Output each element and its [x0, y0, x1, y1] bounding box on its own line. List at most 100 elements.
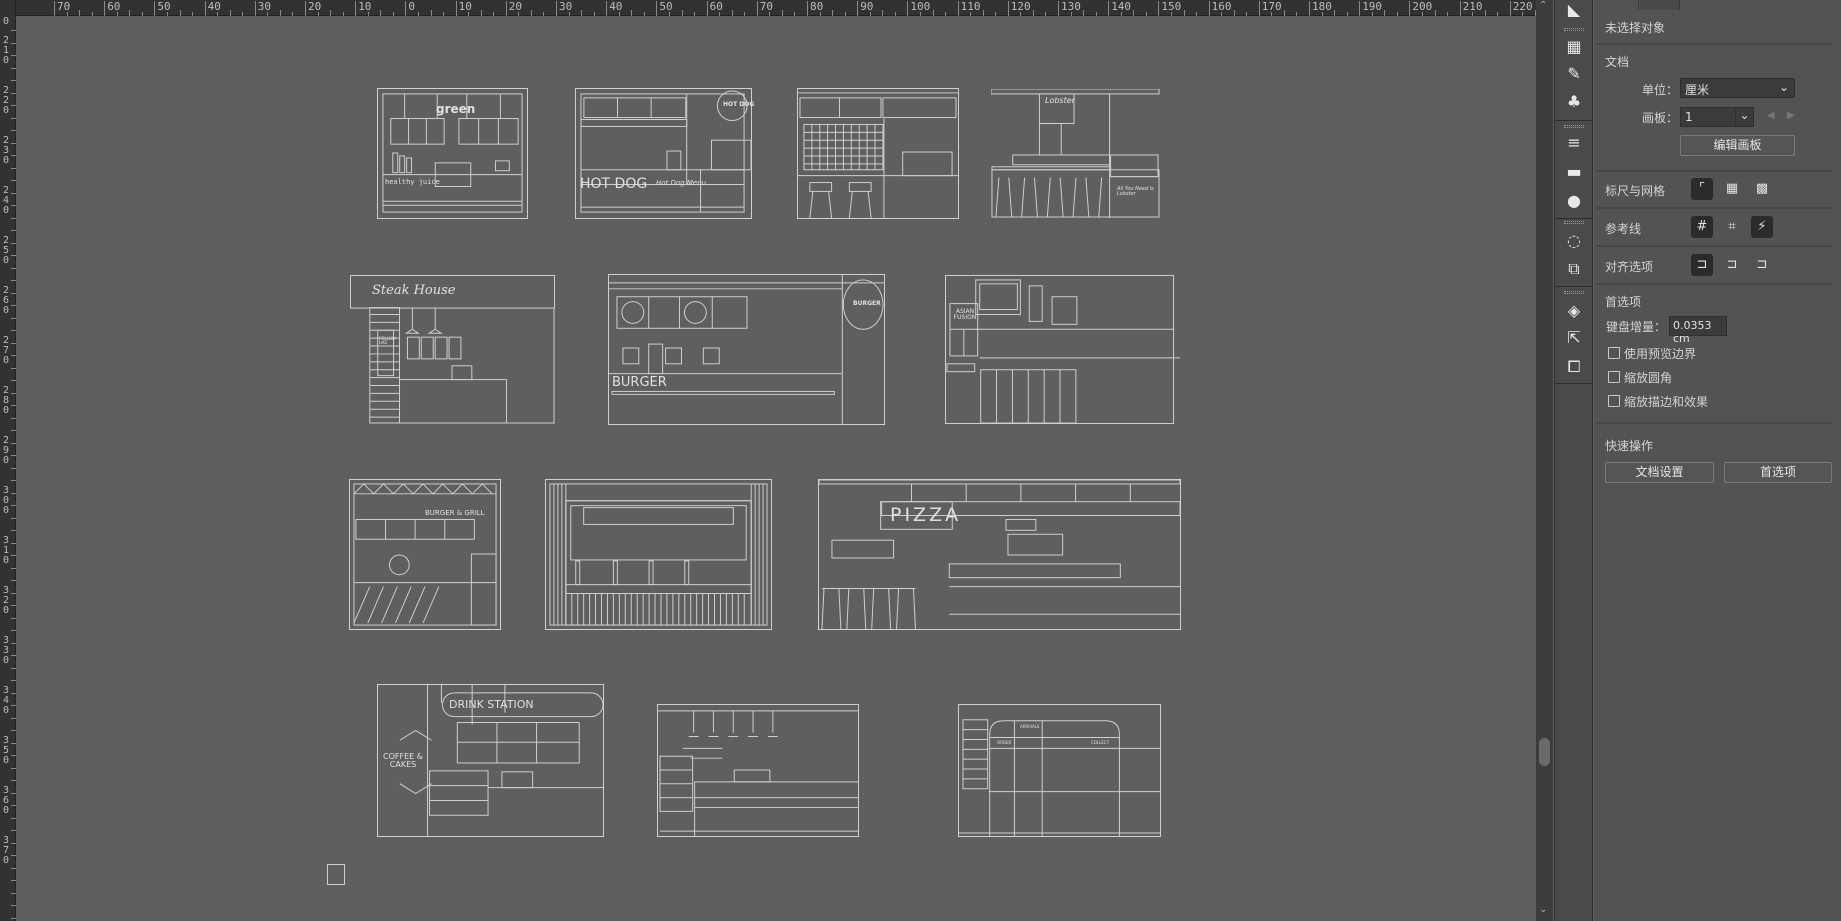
snap-to-grid-icon[interactable]: ⊐ — [1721, 254, 1743, 276]
ruler-tick — [66, 12, 68, 16]
show-guides-icon[interactable]: # — [1691, 216, 1713, 238]
edit-artboards-button[interactable]: 编辑画板 — [1680, 135, 1795, 156]
vertical-scrollbar[interactable]: ⌃ ⌄ — [1536, 0, 1553, 921]
ruler-tick — [1083, 10, 1085, 16]
units-select[interactable]: 厘米 ⌄ — [1680, 78, 1795, 98]
swatches-panel-icon[interactable]: ▦ — [1563, 37, 1585, 57]
layers-panel-icon[interactable]: ◈ — [1563, 301, 1585, 321]
ruler-tick — [932, 10, 934, 16]
ruler-tick — [279, 10, 281, 16]
ruler-label: 90 — [857, 1, 873, 16]
grid-toggle-icon[interactable]: ▦ — [1721, 178, 1743, 200]
no-selection-label: 未选择对象 — [1605, 21, 1666, 35]
brushes-panel-icon[interactable]: ✎ — [1563, 64, 1585, 84]
artboard-lobster[interactable]: Lobster All You Need is Lobster — [990, 88, 1161, 219]
ruler-label: 80 — [807, 1, 823, 16]
artboard-hot-dog[interactable]: HOT DOG HOT DOG Hot Dog Menu — [575, 88, 754, 219]
scrollbar-thumb[interactable] — [1539, 738, 1550, 766]
lobster-slogan: All You Need is Lobster — [1117, 186, 1154, 197]
export-panel-icon[interactable]: ⇱ — [1563, 328, 1585, 348]
lock-guides-icon[interactable]: ⌗ — [1721, 216, 1743, 238]
transparency-grid-icon[interactable]: ▩ — [1751, 178, 1773, 200]
ruler-toggle-icon[interactable]: ⌜ — [1691, 178, 1713, 200]
panel-grip[interactable] — [1564, 28, 1584, 31]
ruler-tick — [1522, 12, 1524, 16]
ruler-tick — [543, 12, 545, 16]
keyboard-increment-input[interactable]: 0.0353 cm — [1669, 316, 1727, 345]
ruler-label: 40 — [606, 1, 622, 16]
strip-divider — [1555, 120, 1592, 121]
ruler-tick — [1484, 10, 1486, 16]
scroll-up-icon[interactable]: ⌃ — [1539, 0, 1547, 11]
artboard-arrivals[interactable]: ARRIVALS ORDER COLLECT — [958, 704, 1161, 837]
scale-strokes-effects-checkbox[interactable] — [1608, 395, 1620, 407]
ruler-tick — [1133, 10, 1135, 16]
ruler-label: 100 — [907, 1, 930, 16]
artboard-steak-house[interactable]: Steak House FOLLOW LIKE — [349, 274, 556, 425]
artboards-panel-icon[interactable]: ⧠ — [1563, 357, 1585, 377]
ruler-tick — [11, 67, 16, 69]
empty-artboard[interactable] — [327, 864, 345, 885]
ruler-tick — [380, 10, 382, 16]
artwork-pizza — [819, 480, 1180, 629]
artboard-asian-fusion[interactable]: ASIAN FUSION — [944, 274, 1181, 425]
ruler-tick — [116, 12, 118, 16]
ruler-label: 60 — [104, 1, 120, 16]
snap-to-pixel-icon[interactable]: ⊐ — [1751, 254, 1773, 276]
snap-to-point-icon[interactable]: ⊐ — [1691, 254, 1713, 276]
panel-grip[interactable] — [1564, 291, 1584, 294]
ruler-tick — [11, 305, 16, 306]
ruler-tick — [11, 217, 16, 219]
panel-grip[interactable] — [1564, 125, 1584, 128]
ruler-tick — [11, 580, 16, 581]
symbols-panel-icon[interactable]: ♣ — [1563, 92, 1585, 112]
preferences-button[interactable]: 首选项 — [1724, 462, 1832, 483]
scale-corners-label: 缩放圆角 — [1624, 371, 1673, 385]
ruler-tick — [11, 330, 16, 331]
transparency-panel-icon[interactable]: ● — [1563, 191, 1585, 211]
ruler-label: 150 — [1158, 1, 1181, 16]
panel-grip[interactable] — [1564, 221, 1584, 224]
ruler-tick — [819, 12, 821, 16]
next-artboard-icon[interactable]: ▶ — [1787, 110, 1795, 121]
artboard-grill-bar[interactable] — [797, 88, 959, 219]
ruler-tick — [11, 917, 16, 919]
scroll-down-icon[interactable]: ⌄ — [1539, 904, 1547, 915]
artwork-asian-fusion — [945, 275, 1180, 424]
ruler-tick — [781, 10, 783, 16]
stroke-panel-icon[interactable]: ≡ — [1563, 133, 1585, 153]
ruler-tick — [11, 830, 16, 831]
vertical-ruler[interactable]: 0 210 220 230 240 250 260 270 280 290 300 310 320 330… — [0, 0, 16, 921]
artboard-green-juice[interactable]: green healthy juice — [377, 88, 528, 219]
artwork-bakery — [658, 710, 858, 836]
ruler-tick — [267, 12, 269, 16]
ruler-tick — [11, 180, 16, 181]
artboard-bakery[interactable] — [657, 704, 859, 837]
appearance-panel-icon[interactable]: ◌ — [1563, 231, 1585, 251]
artboard-burger[interactable]: BURGER BURGER — [608, 274, 885, 425]
tab-libraries[interactable]: 库 — [1640, 0, 1680, 10]
artboard-cafe-booth[interactable] — [545, 479, 772, 630]
gradient-panel-icon[interactable]: ◣ — [1563, 0, 1585, 20]
ruler-label: 50 — [656, 1, 673, 16]
gradient-panel-icon[interactable]: ▬ — [1563, 162, 1585, 182]
ruler-tick — [518, 12, 520, 16]
ruler-label: 180 — [1309, 1, 1332, 16]
lobster-logo: Lobster — [1045, 96, 1075, 105]
use-preview-bounds-checkbox[interactable] — [1608, 347, 1620, 359]
document-setup-button[interactable]: 文档设置 — [1605, 462, 1714, 483]
artboard-pizza[interactable]: PIZZA — [818, 479, 1181, 630]
ruler-label: 260 — [2, 285, 10, 316]
ruler-label: 10 — [355, 1, 371, 16]
horizontal-ruler[interactable]: 70 60 50 40 30 20 10 0 10 20 30 40 50 60 70 80 90 100 110 1… — [0, 0, 1549, 16]
ruler-tick — [769, 12, 771, 16]
transform-panel-icon[interactable]: ⧉ — [1563, 259, 1585, 279]
artboard-drink-station[interactable]: DRINK STATION COFFEE & CAKES — [377, 684, 604, 837]
artboard-burger-grill[interactable]: BURGER & GRILL — [349, 479, 501, 630]
ruler-label: 340 — [2, 685, 10, 716]
tab-properties[interactable]: 属性 — [1596, 0, 1639, 10]
scale-corners-checkbox[interactable] — [1608, 371, 1620, 383]
artboard-select[interactable]: 1 ⌄ — [1680, 107, 1754, 127]
smart-guides-icon[interactable]: ⚡ — [1751, 216, 1773, 238]
previous-artboard-icon[interactable]: ◀ — [1767, 110, 1775, 121]
